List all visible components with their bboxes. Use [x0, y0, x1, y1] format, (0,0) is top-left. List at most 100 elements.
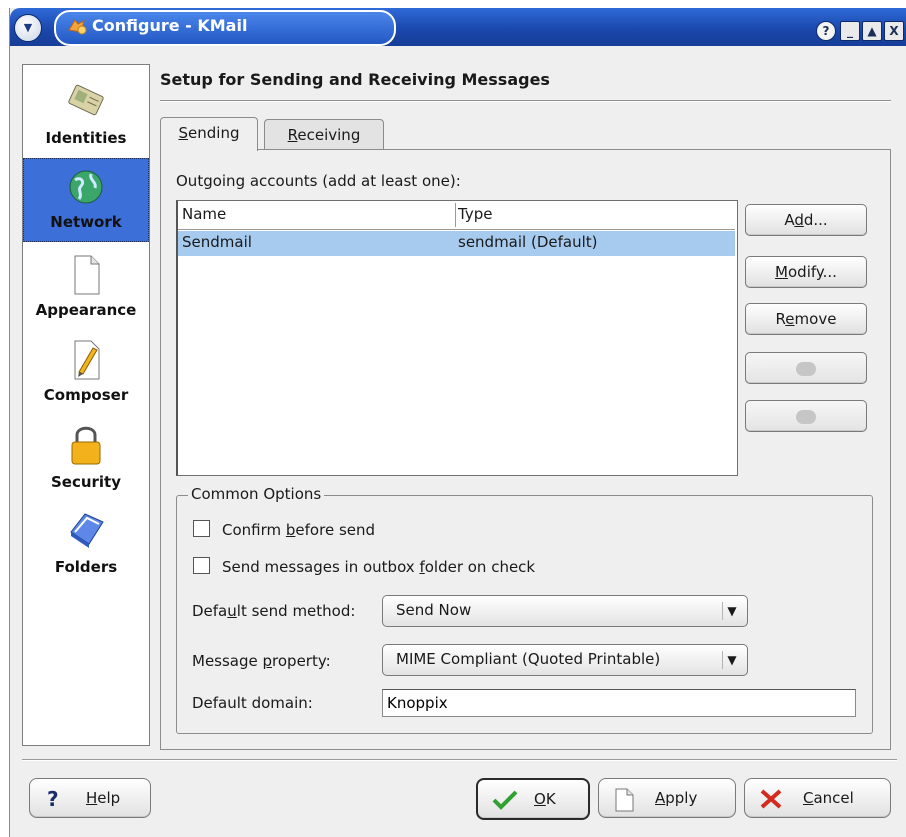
close-button[interactable]: X [884, 21, 904, 41]
common-options-title: Common Options [188, 485, 325, 503]
option-mnemonic: b [285, 521, 296, 539]
modify-account-button[interactable]: Modify... [745, 256, 867, 288]
button-text: R [775, 310, 786, 328]
button-mnemonic: M [775, 263, 788, 281]
cancel-x-icon [760, 789, 782, 809]
add-account-button[interactable]: Add... [745, 204, 867, 236]
sidebar-item-label: Network [50, 213, 122, 231]
button-text: ancel [813, 789, 854, 807]
folder-icon [70, 513, 104, 548]
dropdown-arrow-icon: ▼ [722, 602, 741, 620]
send-outbox-on-check-checkbox[interactable] [193, 557, 210, 574]
button-text: K [545, 790, 556, 808]
sidebar-item-label: Folders [54, 558, 118, 576]
button-mnemonic: d [794, 211, 804, 229]
send-outbox-on-check-option[interactable]: Send messages in outbox folder on check [193, 557, 535, 576]
label-text: Message [192, 652, 263, 670]
option-text: efore send [295, 521, 376, 539]
list-header: Name Type [178, 201, 735, 230]
button-mnemonic: H [86, 789, 98, 807]
sidebar: Identities Network Appearance Composer S… [22, 64, 150, 746]
kmail-app-icon [68, 19, 87, 35]
button-text: pply [665, 789, 698, 807]
tab-mnemonic: S [178, 124, 189, 142]
tab-mnemonic: R [287, 126, 298, 144]
table-row[interactable]: Sendmail sendmail (Default) [178, 231, 735, 256]
default-send-method-label: Default send method: [192, 602, 355, 620]
tab-label: ending [188, 124, 240, 142]
sidebar-item-label: Composer [43, 386, 129, 404]
column-header-name[interactable]: Name [182, 205, 226, 223]
sidebar-item-appearance[interactable]: Appearance [23, 243, 149, 327]
dropdown-arrow-icon: ▼ [722, 651, 741, 669]
checkmark-icon [492, 790, 518, 810]
move-up-button[interactable] [745, 352, 867, 384]
document-icon [74, 255, 100, 295]
option-text: Send messages in outbox [222, 558, 420, 576]
button-text: move [794, 310, 837, 328]
default-domain-label: Default domain: [192, 694, 313, 712]
sidebar-item-label: Identities [45, 129, 127, 147]
default-send-method-select[interactable]: Send Now ▼ [382, 595, 748, 627]
cancel-button[interactable]: Cancel [744, 778, 891, 818]
identities-card-icon [68, 84, 104, 116]
label-mnemonic: p [262, 652, 273, 670]
tab-receiving[interactable]: Receiving [264, 119, 384, 150]
title-divider [160, 100, 891, 101]
help-window-button[interactable]: ? [816, 21, 836, 41]
page-title: Setup for Sending and Receiving Messages [160, 70, 550, 89]
apply-button[interactable]: Apply [598, 778, 736, 818]
account-type-cell: sendmail (Default) [458, 233, 598, 251]
window-menu-button[interactable]: ▼ [14, 14, 42, 42]
sidebar-item-folders[interactable]: Folders [23, 498, 149, 582]
sidebar-item-composer[interactable]: Composer [23, 328, 149, 412]
move-down-button[interactable] [745, 400, 867, 432]
label-mnemonic: u [227, 602, 237, 620]
disabled-dot-icon [796, 361, 816, 376]
message-property-label: Message property: [192, 652, 331, 670]
outgoing-accounts-label: Outgoing accounts (add at least one): [176, 172, 461, 190]
selected-value: Send Now [396, 601, 472, 619]
sidebar-item-identities[interactable]: Identities [23, 71, 149, 155]
option-text: older on check [424, 558, 536, 576]
label-text: roperty: [272, 652, 331, 670]
chevron-down-icon: ▼ [23, 21, 33, 34]
tab-label: eceiving [297, 126, 361, 144]
label-text: lt send method: [236, 602, 356, 620]
button-text: odify... [788, 263, 837, 281]
account-name-cell: Sendmail [182, 233, 252, 251]
confirm-before-send-checkbox[interactable] [193, 520, 210, 537]
maximize-button[interactable]: ▲ [862, 21, 882, 41]
ok-button[interactable]: OK [476, 778, 590, 820]
footer-divider [22, 759, 897, 760]
sidebar-item-label: Appearance [35, 301, 137, 319]
button-text: A [784, 211, 795, 229]
default-domain-input[interactable] [382, 689, 856, 717]
button-mnemonic: C [803, 789, 814, 807]
message-property-select[interactable]: MIME Compliant (Quoted Printable) ▼ [382, 644, 748, 676]
window-title: Configure - KMail [92, 16, 248, 35]
sidebar-item-network[interactable]: Network [23, 158, 149, 242]
button-mnemonic: A [655, 789, 666, 807]
svg-text:?: ? [47, 788, 59, 810]
button-mnemonic: O [534, 790, 546, 808]
tab-sending[interactable]: Sending [160, 117, 258, 151]
padlock-icon [71, 426, 101, 465]
sidebar-item-security[interactable]: Security [23, 413, 149, 497]
button-mnemonic: e [785, 310, 795, 328]
column-header-type[interactable]: Type [458, 205, 492, 223]
button-text: d... [803, 211, 828, 229]
selected-value: MIME Compliant (Quoted Printable) [396, 650, 661, 668]
option-text: Confirm [222, 521, 286, 539]
question-mark-icon: ? [47, 788, 59, 810]
globe-icon [69, 170, 103, 204]
minimize-button[interactable]: _ [840, 21, 860, 41]
outgoing-accounts-list[interactable]: Name Type Sendmail sendmail (Default) [176, 200, 738, 476]
help-button[interactable]: ? Help [29, 778, 151, 818]
column-separator[interactable] [455, 203, 456, 227]
label-text: Defa [192, 602, 228, 620]
sidebar-item-label: Security [50, 473, 122, 491]
document-icon [615, 788, 634, 812]
confirm-before-send-option[interactable]: Confirm before send [193, 520, 375, 539]
remove-account-button[interactable]: Remove [745, 303, 867, 335]
